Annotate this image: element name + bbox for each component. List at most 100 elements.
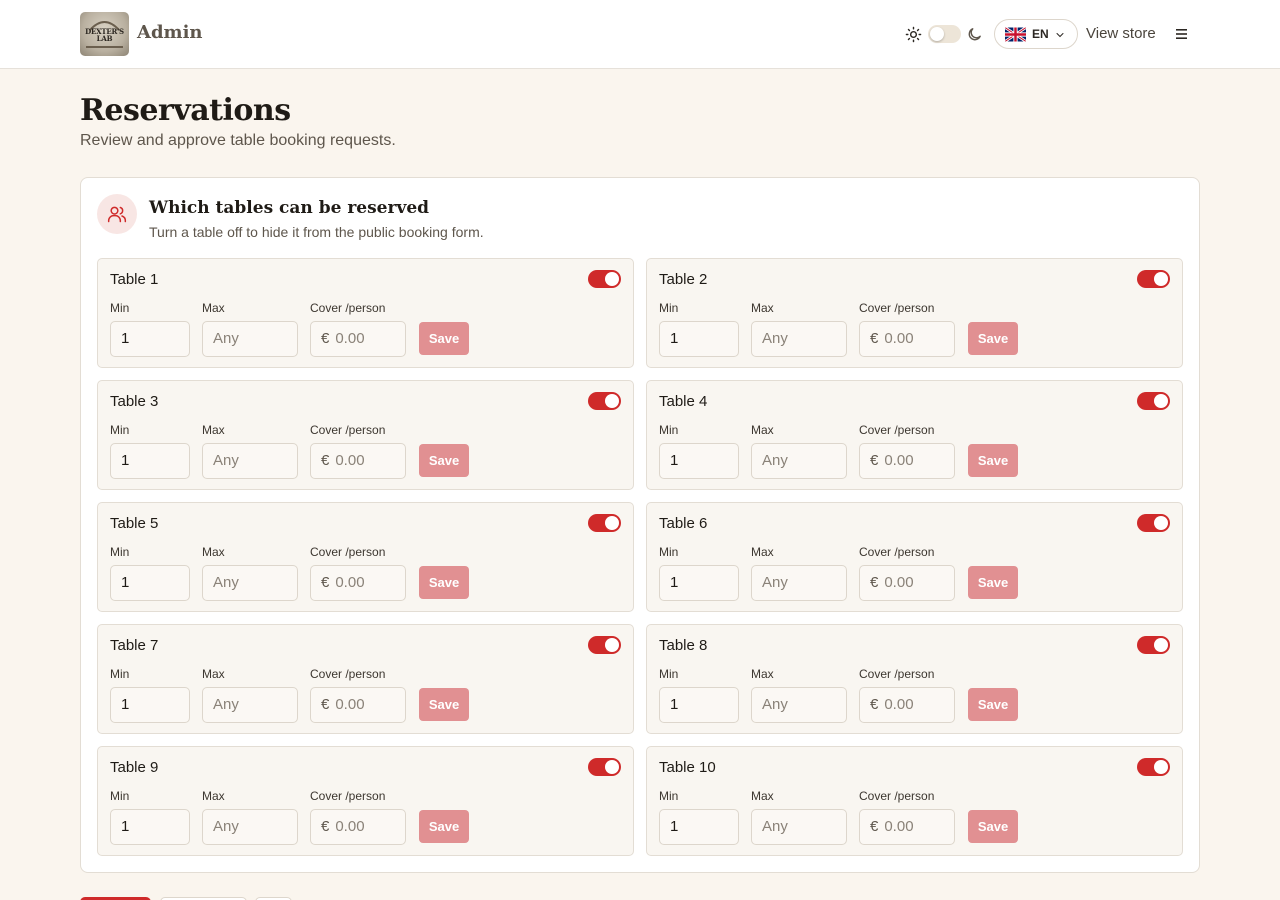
panel-description: Turn a table off to hide it from the pub… — [149, 224, 484, 240]
max-input[interactable]: Any — [751, 321, 847, 357]
max-input[interactable]: Any — [751, 687, 847, 723]
cover-input[interactable]: €0.00 — [859, 565, 955, 601]
table-enabled-switch[interactable] — [1137, 392, 1170, 410]
cover-input[interactable]: €0.00 — [310, 443, 406, 479]
currency-symbol: € — [870, 330, 879, 347]
max-input[interactable]: Any — [202, 687, 298, 723]
table-enabled-switch[interactable] — [1137, 636, 1170, 654]
table-enabled-switch[interactable] — [1137, 758, 1170, 776]
table-card: Table 3 Min Max Cover /person 1 Any €0.00 Save — [97, 380, 634, 490]
min-input[interactable]: 1 — [110, 809, 190, 845]
cover-label: Cover /person — [310, 667, 386, 681]
max-input[interactable]: Any — [751, 809, 847, 845]
table-card: Table 9 Min Max Cover /person 1 Any €0.00 Save — [97, 746, 634, 856]
table-enabled-switch[interactable] — [588, 758, 621, 776]
table-enabled-switch[interactable] — [1137, 270, 1170, 288]
save-button[interactable]: Save — [419, 688, 469, 721]
cover-label: Cover /person — [310, 545, 386, 559]
max-input[interactable]: Any — [202, 565, 298, 601]
max-label: Max — [751, 667, 774, 681]
switch-knob — [605, 394, 619, 408]
max-label: Max — [202, 545, 225, 559]
min-input[interactable]: 1 — [110, 321, 190, 357]
min-input[interactable]: 1 — [659, 687, 739, 723]
currency-symbol: € — [870, 574, 879, 591]
store-logo[interactable]: DEXTER'S LAB — [80, 12, 129, 56]
save-button[interactable]: Save — [968, 322, 1018, 355]
save-button[interactable]: Save — [968, 566, 1018, 599]
save-button[interactable]: Save — [968, 444, 1018, 477]
min-input[interactable]: 1 — [110, 565, 190, 601]
min-input[interactable]: 1 — [659, 809, 739, 845]
min-label: Min — [110, 301, 130, 315]
table-enabled-switch[interactable] — [1137, 514, 1170, 532]
min-input[interactable]: 1 — [659, 321, 739, 357]
theme-toggle[interactable] — [928, 25, 961, 43]
min-input[interactable]: 1 — [659, 565, 739, 601]
save-button[interactable]: Save — [419, 566, 469, 599]
max-input[interactable]: Any — [202, 809, 298, 845]
switch-knob — [605, 272, 619, 286]
min-input[interactable]: 1 — [110, 443, 190, 479]
max-label: Max — [751, 301, 774, 315]
sun-icon — [905, 26, 922, 43]
save-button[interactable]: Save — [968, 810, 1018, 843]
currency-symbol: € — [321, 818, 330, 835]
reservable-tables-panel: Which tables can be reserved Turn a tabl… — [80, 177, 1200, 873]
table-enabled-switch[interactable] — [588, 270, 621, 288]
cover-input[interactable]: €0.00 — [310, 687, 406, 723]
save-button[interactable]: Save — [419, 322, 469, 355]
currency-symbol: € — [321, 696, 330, 713]
moon-icon — [968, 28, 981, 41]
table-name: Table 6 — [659, 515, 708, 532]
hamburger-menu-icon[interactable] — [1174, 27, 1189, 41]
view-store-link[interactable]: View store — [1086, 25, 1156, 42]
cover-input[interactable]: €0.00 — [310, 321, 406, 357]
language-select[interactable]: EN — [994, 19, 1078, 49]
cover-label: Cover /person — [310, 789, 386, 803]
currency-symbol: € — [870, 452, 879, 469]
switch-knob — [1154, 760, 1168, 774]
cover-input[interactable]: €0.00 — [859, 687, 955, 723]
cover-label: Cover /person — [310, 301, 386, 315]
switch-knob — [1154, 516, 1168, 530]
max-label: Max — [202, 301, 225, 315]
cover-input[interactable]: €0.00 — [859, 321, 955, 357]
table-enabled-switch[interactable] — [588, 514, 621, 532]
table-name: Table 8 — [659, 637, 708, 654]
cover-placeholder: 0.00 — [335, 452, 365, 469]
save-button[interactable]: Save — [419, 810, 469, 843]
cover-input[interactable]: €0.00 — [310, 809, 406, 845]
switch-knob — [605, 516, 619, 530]
cover-input[interactable]: €0.00 — [859, 443, 955, 479]
cover-placeholder: 0.00 — [884, 330, 914, 347]
min-input[interactable]: 1 — [110, 687, 190, 723]
cover-placeholder: 0.00 — [335, 574, 365, 591]
table-enabled-switch[interactable] — [588, 636, 621, 654]
cover-input[interactable]: €0.00 — [859, 809, 955, 845]
max-input[interactable]: Any — [202, 321, 298, 357]
table-card: Table 8 Min Max Cover /person 1 Any €0.00 Save — [646, 624, 1183, 734]
currency-symbol: € — [870, 696, 879, 713]
switch-knob — [605, 760, 619, 774]
cover-input[interactable]: €0.00 — [310, 565, 406, 601]
save-button[interactable]: Save — [419, 444, 469, 477]
switch-knob — [605, 638, 619, 652]
max-input[interactable]: Any — [751, 443, 847, 479]
min-label: Min — [110, 789, 130, 803]
table-enabled-switch[interactable] — [588, 392, 621, 410]
cover-placeholder: 0.00 — [884, 696, 914, 713]
switch-knob — [1154, 394, 1168, 408]
cover-placeholder: 0.00 — [335, 696, 365, 713]
currency-symbol: € — [321, 330, 330, 347]
table-name: Table 2 — [659, 271, 708, 288]
cover-label: Cover /person — [310, 423, 386, 437]
max-input[interactable]: Any — [751, 565, 847, 601]
min-input[interactable]: 1 — [659, 443, 739, 479]
table-name: Table 4 — [659, 393, 708, 410]
min-label: Min — [659, 789, 679, 803]
max-label: Max — [751, 423, 774, 437]
save-button[interactable]: Save — [968, 688, 1018, 721]
max-input[interactable]: Any — [202, 443, 298, 479]
min-label: Min — [110, 423, 130, 437]
